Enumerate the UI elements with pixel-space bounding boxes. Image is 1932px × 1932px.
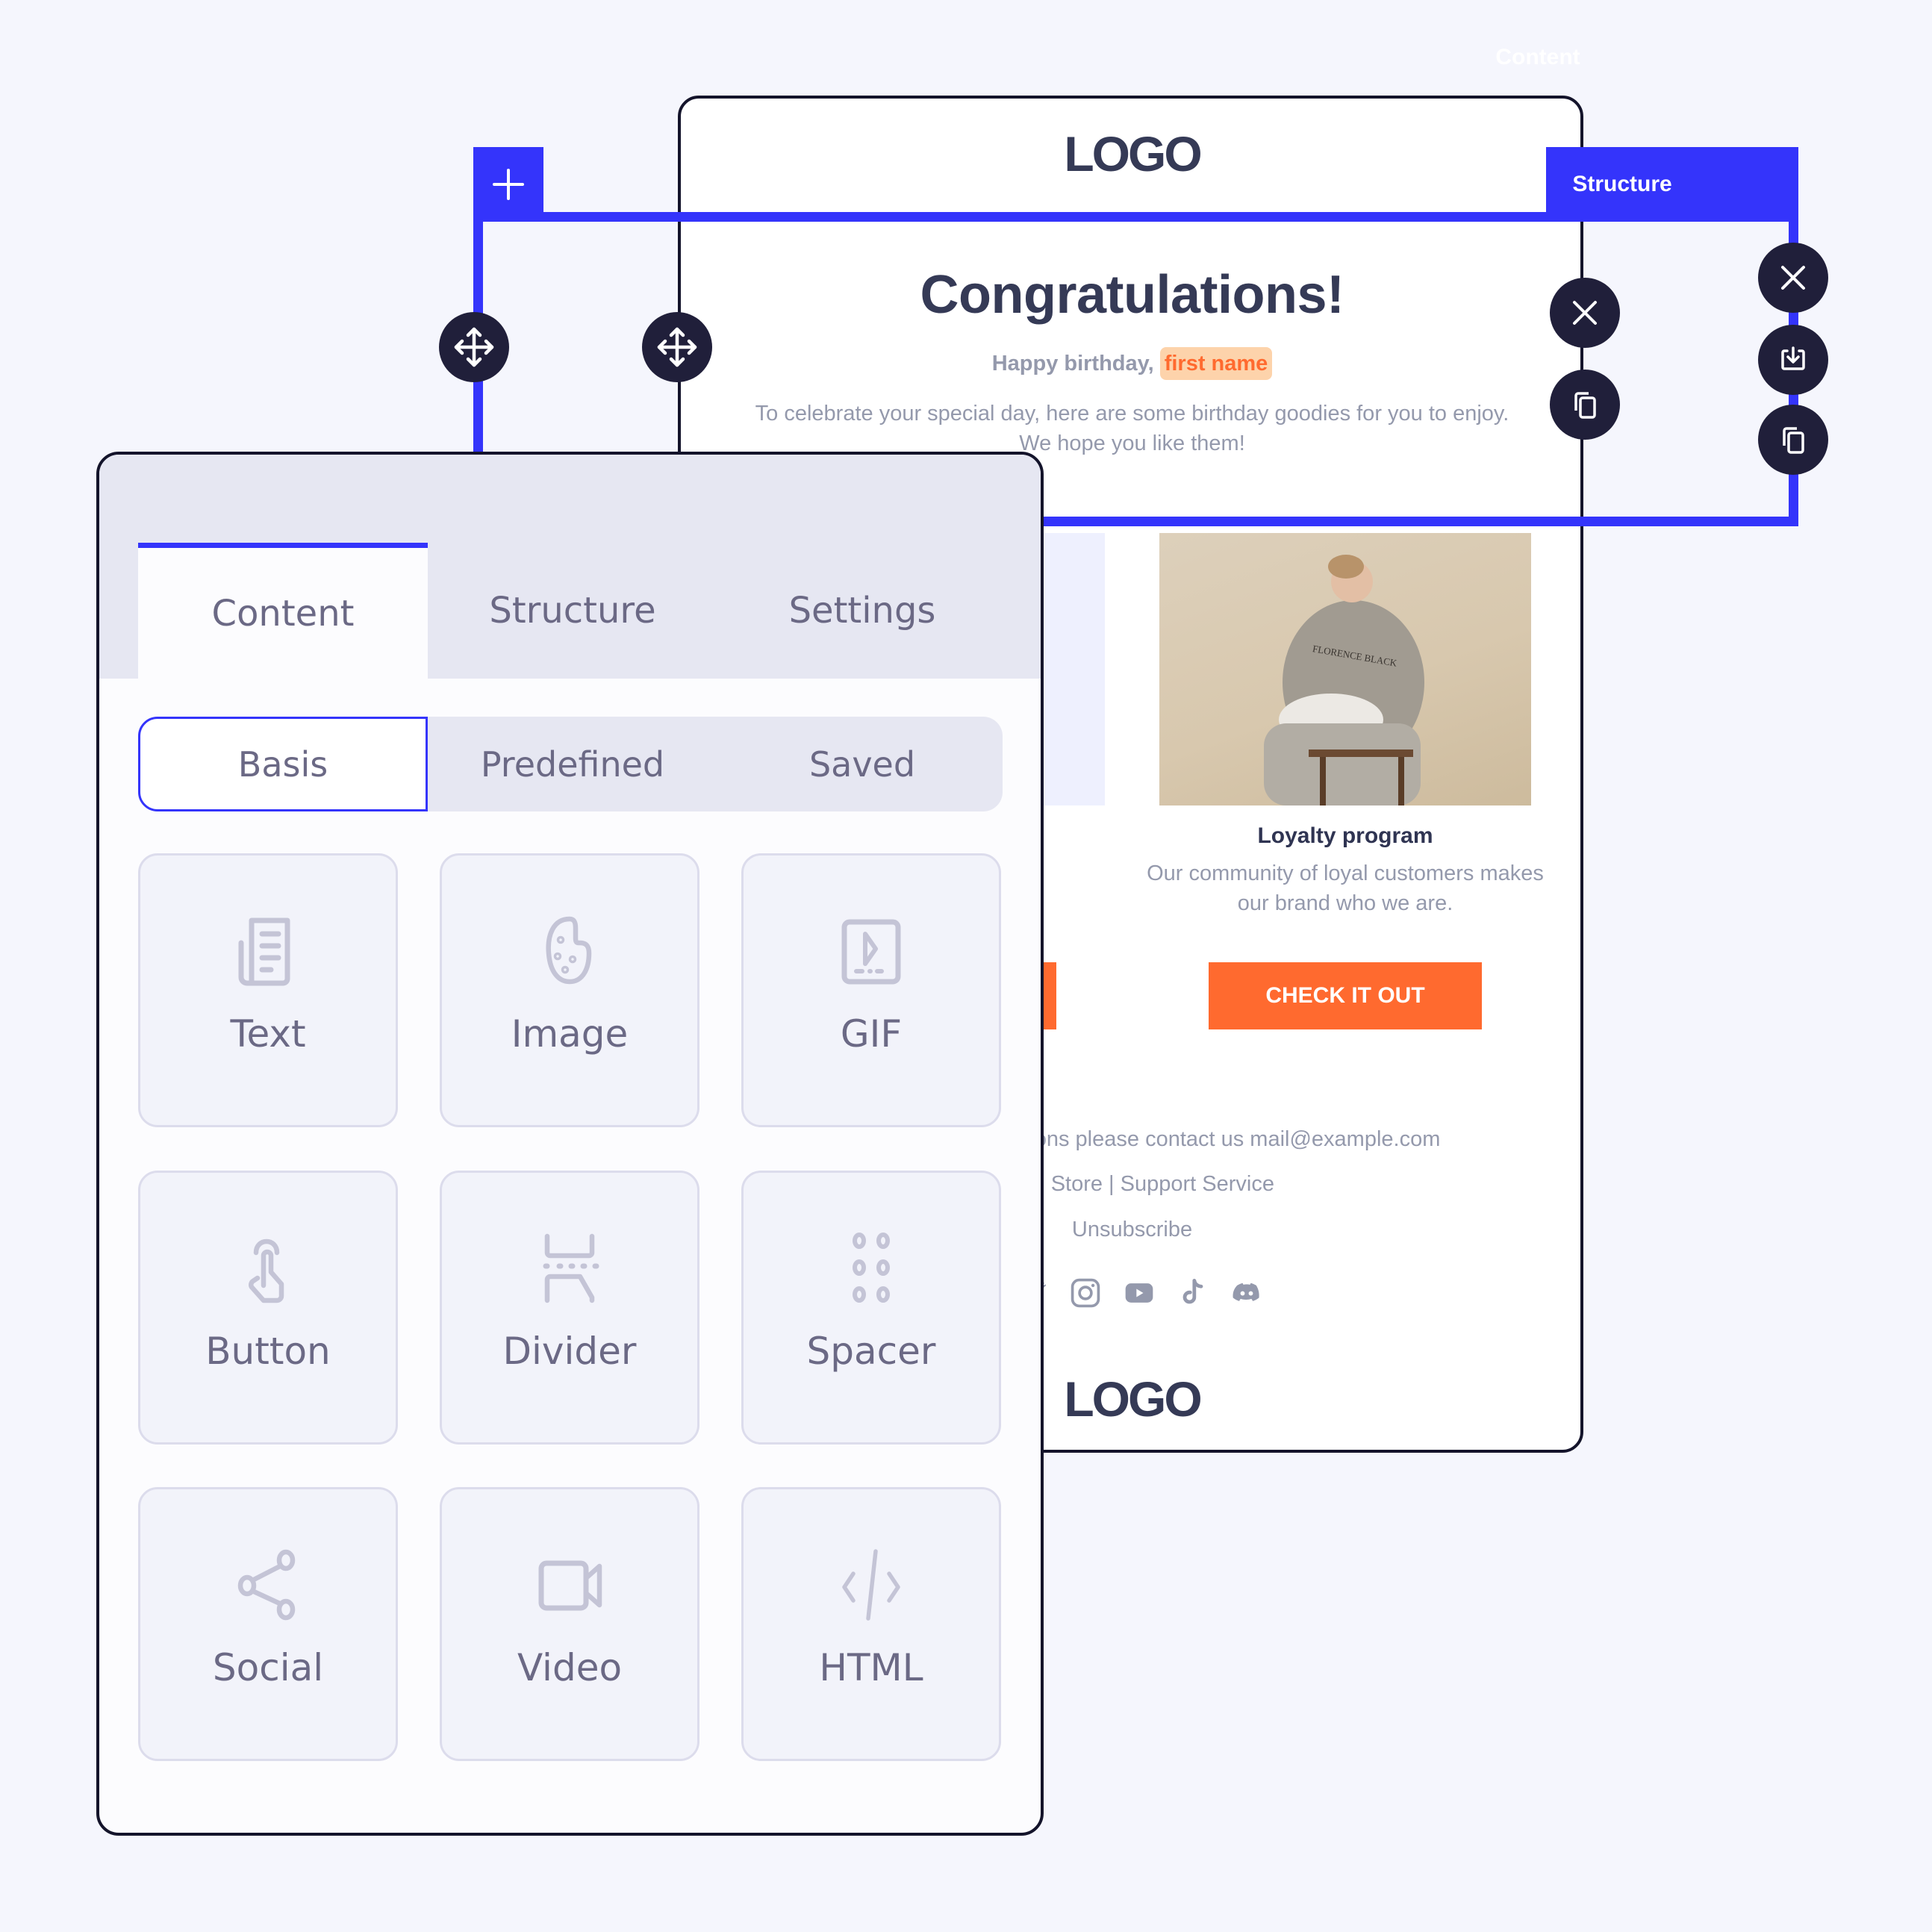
block-tile-html[interactable]: HTML: [741, 1487, 1001, 1761]
share-icon: [227, 1543, 309, 1625]
block-tile-image[interactable]: Image: [440, 853, 699, 1127]
copy-icon: [1783, 427, 1804, 454]
email-heading[interactable]: Congratulations!: [747, 261, 1518, 328]
tap-finger-icon: [227, 1227, 309, 1309]
block-tile-social[interactable]: Social: [138, 1487, 398, 1761]
greeting-text: Happy birthday,: [991, 352, 1154, 376]
email-product-photo[interactable]: FLORENCE BLACK: [1159, 533, 1531, 805]
tab-settings[interactable]: Settings: [717, 543, 1007, 679]
email-greeting[interactable]: Happy birthday, first name: [747, 347, 1518, 380]
email-intro-text[interactable]: To celebrate your special day, here are …: [747, 399, 1518, 458]
move-icon: [454, 327, 494, 367]
text-document-icon: [227, 909, 309, 991]
email-logo-top: LOGO: [1064, 126, 1202, 181]
instagram-icon[interactable]: [1069, 1277, 1102, 1309]
discord-icon[interactable]: [1230, 1277, 1263, 1309]
block-label: Image: [511, 1012, 629, 1056]
block-label: Divider: [502, 1330, 637, 1373]
row-delete-button[interactable]: [1550, 278, 1620, 348]
block-tile-text[interactable]: Text: [138, 853, 398, 1127]
add-block-button[interactable]: [473, 147, 543, 222]
tab-content[interactable]: Content: [138, 543, 428, 679]
block-label: Video: [517, 1646, 623, 1689]
structure-tag-label: Structure: [1572, 172, 1672, 196]
row-move-handle[interactable]: [642, 312, 712, 382]
close-icon: [1781, 266, 1805, 290]
segment-saved[interactable]: Saved: [717, 717, 1007, 811]
code-icon: [830, 1543, 912, 1625]
video-camera-icon: [529, 1543, 611, 1625]
structure-tag: Structure: [1546, 147, 1798, 222]
block-tile-button[interactable]: Button: [138, 1171, 398, 1445]
spacer-dots-icon: [830, 1227, 912, 1309]
palette-icon: [529, 909, 611, 991]
segment-predefined[interactable]: Predefined: [428, 717, 717, 811]
segment-basis[interactable]: Basis: [138, 717, 428, 811]
loyalty-description[interactable]: Our community of loyal customers makes o…: [1135, 859, 1556, 918]
social-icons-row: [1015, 1277, 1263, 1309]
block-tile-gif[interactable]: GIF: [741, 853, 1001, 1127]
block-label: GIF: [840, 1012, 903, 1056]
block-tile-video[interactable]: Video: [440, 1487, 699, 1761]
youtube-icon[interactable]: [1123, 1277, 1156, 1309]
structure-save-button[interactable]: [1758, 325, 1828, 395]
block-tile-spacer[interactable]: Spacer: [741, 1171, 1001, 1445]
ghost-tab-label: Content: [1495, 45, 1580, 69]
tiktok-icon[interactable]: [1177, 1277, 1209, 1309]
tab-structure[interactable]: Structure: [428, 543, 717, 679]
plus-icon: [493, 169, 524, 200]
block-label: Text: [230, 1012, 306, 1056]
loyalty-title[interactable]: Loyalty program: [1159, 820, 1531, 853]
structure-copy-button[interactable]: [1758, 405, 1828, 475]
check-it-out-button[interactable]: CHECK IT OUT: [1209, 962, 1482, 1029]
block-label: HTML: [819, 1646, 923, 1689]
copy-icon: [1574, 392, 1596, 419]
close-icon: [1573, 301, 1597, 325]
structure-move-handle[interactable]: [439, 312, 509, 382]
gif-play-icon: [830, 909, 912, 991]
save-icon: [1781, 346, 1805, 370]
block-label: Social: [212, 1646, 324, 1689]
block-label: Spacer: [806, 1330, 936, 1373]
merge-tag-first-name[interactable]: first name: [1159, 347, 1273, 380]
blocks-panel: Content Structure Settings Basis Predefi…: [96, 452, 1044, 1836]
structure-delete-button[interactable]: [1758, 243, 1828, 313]
block-source-segmented-control: Basis Predefined Saved: [138, 717, 1003, 811]
photo-illustration: FLORENCE BLACK: [1264, 555, 1424, 805]
row-copy-button[interactable]: [1550, 370, 1620, 440]
selection-frame-bottom: [1044, 517, 1798, 526]
move-icon: [657, 327, 697, 367]
block-label: Button: [205, 1330, 331, 1373]
divider-icon: [529, 1227, 611, 1309]
block-tile-divider[interactable]: Divider: [440, 1171, 699, 1445]
